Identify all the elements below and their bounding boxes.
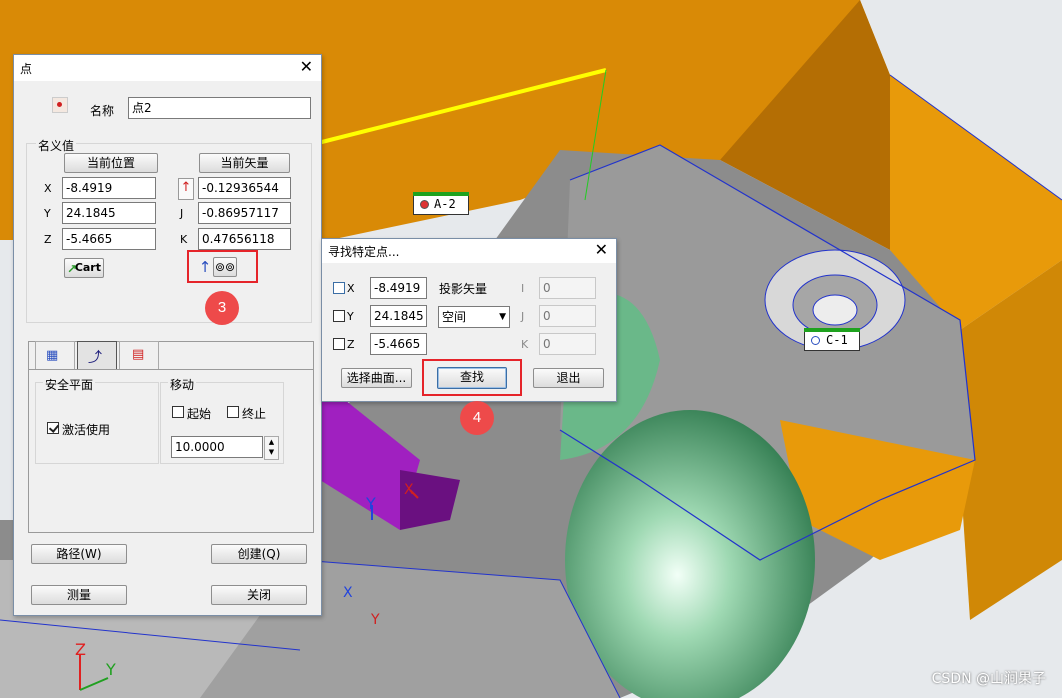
- circle-feature-icon: [811, 336, 820, 345]
- x-input[interactable]: -8.4919: [62, 177, 156, 199]
- feature-tag-c1[interactable]: C-1: [804, 328, 860, 351]
- point-feature-icon: [420, 200, 429, 209]
- k-label: K: [180, 233, 188, 246]
- name-input[interactable]: 点2: [128, 97, 311, 119]
- probe-tab-icon: ▤: [132, 347, 145, 362]
- current-position-button[interactable]: 当前位置: [64, 153, 158, 173]
- close-icon[interactable]: ✕: [300, 58, 313, 76]
- move-group-label: 移动: [168, 376, 197, 393]
- find-z-label: Z: [347, 338, 355, 351]
- point-icon: [52, 97, 68, 113]
- cartesian-icon: ↗: [67, 262, 78, 276]
- axis-x-label: X: [404, 482, 414, 498]
- z-label: Z: [44, 233, 52, 246]
- point-dialog: 点 ✕ 名称 点2 名义值 当前位置 当前矢量 X -8.4919 Y 24.1…: [13, 54, 322, 616]
- point-dialog-title: 点: [20, 62, 33, 76]
- spinner-icon[interactable]: ▲ ▼: [264, 436, 279, 460]
- find-x-label: X: [347, 282, 355, 295]
- tab-motion[interactable]: ⤴: [77, 341, 117, 369]
- x-checkbox[interactable]: [333, 282, 345, 294]
- safety-plane-label: 安全平面: [43, 376, 96, 393]
- find-k-label: K: [521, 338, 529, 351]
- axis-x-label-2: X: [343, 585, 353, 601]
- point-dialog-titlebar[interactable]: 点 ✕: [14, 55, 321, 81]
- step-badge-3: 3: [205, 291, 239, 325]
- find-z-input[interactable]: -5.4665: [370, 333, 427, 355]
- settings-tab-icon: ▦: [46, 348, 59, 363]
- select-surface-button[interactable]: 选择曲面...: [341, 368, 412, 388]
- end-label: 终止: [242, 407, 267, 421]
- nominal-group-label: 名义值: [36, 137, 77, 154]
- start-label: 起始: [187, 407, 212, 421]
- find-j-input[interactable]: 0: [539, 305, 596, 327]
- find-y-label: Y: [347, 310, 354, 323]
- y-checkbox[interactable]: [333, 310, 345, 322]
- activate-checkbox[interactable]: [47, 422, 59, 434]
- step-badge-4: 4: [460, 401, 494, 435]
- j-input[interactable]: -0.86957117: [198, 202, 291, 224]
- projection-select[interactable]: 空间 ▼: [438, 306, 510, 328]
- find-i-label: I: [521, 282, 525, 295]
- find-dialog-title: 寻找特定点...: [328, 245, 400, 259]
- exit-button[interactable]: 退出: [533, 368, 604, 388]
- move-distance-input[interactable]: 10.0000: [171, 436, 263, 458]
- z-checkbox[interactable]: [333, 338, 345, 350]
- tab-divider: [29, 369, 313, 370]
- current-vector-button[interactable]: 当前矢量: [199, 153, 290, 173]
- feature-tag-a2[interactable]: A-2: [413, 192, 469, 215]
- path-button[interactable]: 路径(W): [31, 544, 127, 564]
- create-button[interactable]: 创建(Q): [211, 544, 307, 564]
- binoculars-icon[interactable]: ⊚⊚: [213, 257, 237, 277]
- measure-button[interactable]: 测量: [31, 585, 127, 605]
- find-j-label: J: [521, 310, 525, 323]
- close-button[interactable]: 关闭: [211, 585, 307, 605]
- settings-panel: ▦ ⤴ ▤ 安全平面 激活使用 移动 起始 终止 10.0000 ▲ ▼: [28, 341, 314, 533]
- activate-label: 激活使用: [62, 423, 111, 437]
- cart-button[interactable]: ↗ Cart: [64, 258, 104, 278]
- axis-y-label-3: Y: [371, 612, 380, 628]
- axis-y-label-2: Y: [366, 494, 376, 513]
- j-label: J: [180, 207, 184, 220]
- close-icon[interactable]: ✕: [595, 241, 608, 259]
- find-dialog-titlebar[interactable]: 寻找特定点... ✕: [322, 239, 616, 263]
- projection-vector-label: 投影矢量: [439, 282, 488, 296]
- z-input[interactable]: -5.4665: [62, 228, 156, 250]
- i-input[interactable]: -0.12936544: [198, 177, 291, 199]
- find-point-dialog: 寻找特定点... ✕ X -8.4919 Y 24.1845 Z -5.4665…: [321, 238, 617, 402]
- motion-tab-icon: ⤴: [88, 350, 102, 366]
- name-label: 名称: [90, 104, 115, 118]
- axis-y-label: Y: [106, 660, 116, 679]
- y-input[interactable]: 24.1845: [62, 202, 156, 224]
- chevron-down-icon: ▼: [499, 312, 506, 322]
- up-arrow-icon[interactable]: ↑: [197, 258, 213, 276]
- find-button[interactable]: 查找: [437, 367, 507, 389]
- tab-probe[interactable]: ▤: [119, 341, 159, 369]
- find-i-input[interactable]: 0: [539, 277, 596, 299]
- end-checkbox[interactable]: [227, 406, 239, 418]
- find-x-input[interactable]: -8.4919: [370, 277, 427, 299]
- y-label: Y: [44, 207, 51, 220]
- start-checkbox[interactable]: [172, 406, 184, 418]
- watermark: CSDN @山涧果子: [931, 671, 1046, 687]
- axis-z-label: Z: [75, 640, 86, 659]
- x-label: X: [44, 182, 52, 195]
- k-input[interactable]: 0.47656118: [198, 228, 291, 250]
- find-k-input[interactable]: 0: [539, 333, 596, 355]
- flip-vector-icon[interactable]: ↑: [178, 178, 194, 200]
- tab-general[interactable]: ▦: [35, 341, 75, 369]
- find-y-input[interactable]: 24.1845: [370, 305, 427, 327]
